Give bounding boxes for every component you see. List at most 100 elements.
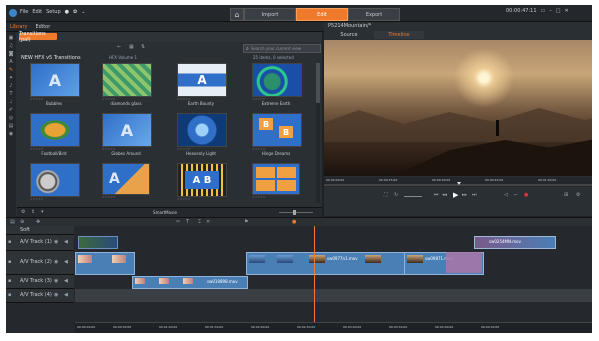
play-icon[interactable]: ▶ <box>453 191 458 199</box>
fullscreen-icon[interactable]: ⛶ <box>384 192 388 198</box>
close-icon[interactable]: ✕ <box>564 8 568 14</box>
thumbnail-item[interactable]: ☆☆☆☆☆ Extreme Earth <box>252 63 302 106</box>
step-forward-icon[interactable]: ▸▸ <box>462 192 467 198</box>
marker-icon[interactable]: ⚑ <box>244 219 248 225</box>
maximize-icon[interactable]: □ <box>556 8 561 14</box>
fx-icon[interactable]: ♪ <box>9 83 12 89</box>
category-transitions[interactable]: Transitions (pal) <box>19 31 57 43</box>
thumbnail-size-slider[interactable] <box>279 210 313 215</box>
speaker-icon[interactable]: ◀ <box>64 292 68 298</box>
tab-import[interactable]: Import <box>244 8 296 21</box>
track-header[interactable]: Soft <box>6 226 74 235</box>
menu-setup[interactable]: Setup <box>46 9 61 15</box>
tool-select-icon[interactable]: ✥ <box>36 219 40 225</box>
playhead-marker[interactable] <box>457 182 461 185</box>
text-icon[interactable]: T <box>9 91 12 97</box>
settings-icon[interactable]: ⚙ <box>576 192 580 198</box>
razor-icon[interactable]: ✂ <box>176 219 180 225</box>
snap-icon[interactable]: ⊕ <box>20 219 24 225</box>
eye-icon[interactable]: ◉ <box>54 278 58 284</box>
help-icon[interactable]: ● <box>65 9 69 15</box>
delete-icon[interactable]: ✕ <box>206 219 210 225</box>
timeline-clip[interactable] <box>75 252 135 275</box>
timeline-clip[interactable]: sw0254MN.mov <box>474 236 556 249</box>
tab-edit[interactable]: Edit <box>296 8 348 21</box>
loop-icon[interactable]: ↻ <box>394 192 398 198</box>
eye-icon[interactable]: ◉ <box>54 239 58 245</box>
smartmovie-button[interactable]: SmartMovie <box>145 209 185 215</box>
transition-icon[interactable]: ✎ <box>9 67 13 73</box>
thumbnail-item[interactable]: A ☆☆☆☆☆ Globes Around <box>102 113 152 156</box>
thumbnail-rating[interactable]: ☆☆☆☆☆ <box>177 197 225 201</box>
thumbnail-rating[interactable]: ☆☆☆☆☆ <box>252 195 300 199</box>
tab-library[interactable]: Library <box>10 24 27 30</box>
menu-edit[interactable]: Edit <box>32 9 42 15</box>
track-lane[interactable] <box>75 289 592 302</box>
home-button[interactable]: ⌂ <box>230 8 244 21</box>
thumbnail-item[interactable]: ☆☆☆☆☆ diamonds glass <box>102 63 152 106</box>
folder-title[interactable]: NEW HFX v5 Transitions <box>21 55 81 61</box>
title-tool-icon[interactable]: T <box>186 219 189 225</box>
lock-icon[interactable]: ▪ <box>8 278 11 284</box>
record-voice-icon[interactable]: ● <box>292 219 296 225</box>
timeline-clip[interactable] <box>78 236 118 249</box>
player-ruler[interactable]: 00:00:00.00 00:00:15.00 00:00:30.00 00:0… <box>324 177 592 187</box>
menu-file[interactable]: File <box>20 9 28 15</box>
library-scrollbar[interactable] <box>316 63 320 203</box>
speaker-icon[interactable]: ◀ <box>64 278 68 284</box>
view-grid-icon[interactable]: ▦ <box>129 44 134 50</box>
track-header[interactable]: ▪ A/V Track (3) ◉ ◀ <box>6 275 74 289</box>
video-preview[interactable] <box>324 40 592 176</box>
gear-icon[interactable]: ✿ <box>73 9 77 15</box>
lock-icon[interactable]: ▪ <box>8 292 11 298</box>
speaker-icon[interactable]: ◀ <box>64 259 68 265</box>
record-icon[interactable]: ● <box>524 192 528 198</box>
tab-export[interactable]: Export <box>348 8 400 21</box>
track-header[interactable]: ▪ A/V Track (2) ◉ ◀ <box>6 251 74 275</box>
search-input[interactable]: ⌕ Search your current view <box>243 44 321 53</box>
photo-icon[interactable]: ◙ <box>9 51 14 57</box>
storyboard-icon[interactable]: ▤ <box>10 219 15 225</box>
tab-source[interactable]: Source <box>324 31 374 39</box>
chevron-down-icon[interactable]: ⌄ <box>81 9 85 15</box>
skip-end-icon[interactable]: ⏭ <box>472 192 477 198</box>
timeline-ruler[interactable]: 00:00:00.00 00:00:30.00 00:01:00.00 00:0… <box>75 322 592 333</box>
speaker-icon[interactable]: ◀ <box>64 239 68 245</box>
audio-icon[interactable]: ♩ <box>10 99 12 105</box>
paint-icon[interactable]: ✐ <box>9 107 13 113</box>
layout-icon[interactable]: ▭ <box>541 8 546 14</box>
step-back-icon[interactable]: ◂◂ <box>442 192 447 198</box>
scrollbar-thumb[interactable] <box>316 63 320 103</box>
lock-icon[interactable]: ▪ <box>8 259 11 265</box>
timeline-clip[interactable]: sw0977n1.mov <box>246 252 406 275</box>
sort-icon[interactable]: ⇅ <box>141 44 145 50</box>
thumbnail-item[interactable]: A ☆☆☆☆☆ Earth Bounty <box>177 63 227 106</box>
thumbnail-item[interactable]: ☆☆☆☆☆ Heavenly Light <box>177 113 227 156</box>
volume-icon[interactable]: ◁ <box>504 192 508 198</box>
thumbnail-rating[interactable]: ☆☆☆☆☆ <box>102 195 150 199</box>
jog-slider[interactable] <box>404 196 422 197</box>
media-icon[interactable]: ▣ <box>9 35 14 41</box>
skip-start-icon[interactable]: ⏮ <box>434 192 439 198</box>
dvd-icon[interactable]: ◉ <box>9 131 13 137</box>
link-icon[interactable]: ⚙ <box>21 209 25 215</box>
eye-icon[interactable]: ◉ <box>54 292 58 298</box>
thumbnail-item[interactable]: ☆☆☆☆☆ <box>252 163 300 205</box>
lock-icon[interactable]: ▪ <box>8 239 11 245</box>
trim-icon[interactable]: ⌶ <box>198 219 201 225</box>
timeline-clip[interactable]: sw010898.mov <box>132 276 248 289</box>
back-arrow-icon[interactable]: ← <box>117 44 121 50</box>
track-header[interactable]: ▪ A/V Track (1) ◉ ◀ <box>6 235 74 251</box>
thumbnail-rating[interactable]: ☆☆☆☆☆ <box>30 197 78 201</box>
tab-timeline[interactable]: Timeline <box>374 31 424 39</box>
minimize-icon[interactable]: – <box>549 8 552 14</box>
thumbnail-item[interactable]: A ☆☆☆☆☆ <box>102 163 150 205</box>
track-header[interactable]: ▪ A/V Track (4) ◉ ◀ <box>6 289 74 303</box>
title-icon[interactable]: A <box>9 59 12 65</box>
timeline-playhead[interactable] <box>314 226 315 322</box>
menu-icon[interactable]: ▤ <box>9 123 14 129</box>
music-icon[interactable]: ♫ <box>9 43 13 49</box>
thumbnail-item[interactable]: A B ☆☆☆☆☆ <box>177 163 227 205</box>
compose-icon[interactable]: ◎ <box>9 115 13 121</box>
thumbnail-item[interactable]: A ☆☆☆☆☆ Bubbles <box>30 63 80 106</box>
